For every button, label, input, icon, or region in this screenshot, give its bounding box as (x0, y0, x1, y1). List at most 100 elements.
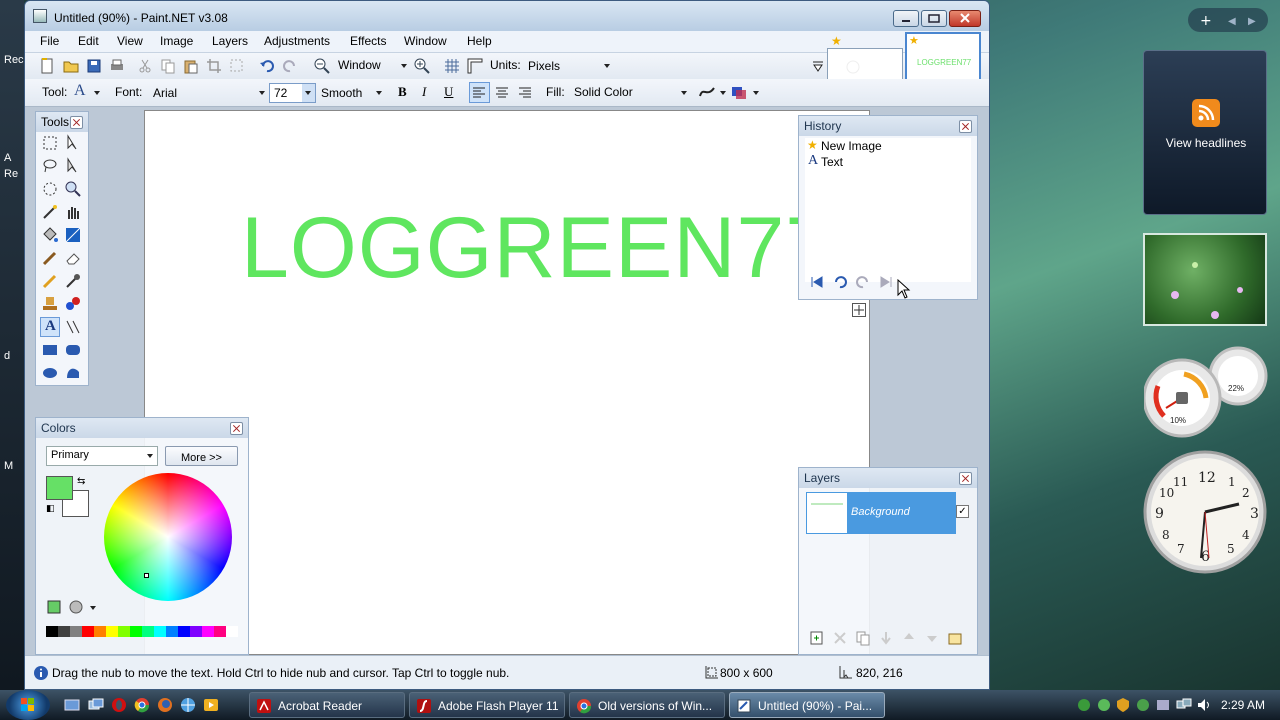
undo-icon[interactable] (259, 58, 275, 74)
print-icon[interactable] (109, 58, 125, 74)
lasso-icon[interactable] (41, 157, 59, 175)
tray-icon[interactable] (1155, 697, 1171, 713)
palette-swatch[interactable] (190, 626, 202, 637)
network-tray-icon[interactable] (1076, 697, 1092, 713)
palette-swatch[interactable] (118, 626, 130, 637)
paste-icon[interactable] (183, 58, 199, 74)
rss-gadget[interactable]: View headlines (1143, 50, 1267, 215)
redo-icon[interactable] (855, 274, 871, 290)
align-center-icon[interactable] (494, 84, 510, 100)
crop-icon[interactable] (206, 58, 222, 74)
system-clock[interactable]: 2:29 AM (1221, 698, 1265, 712)
zoom-in-icon[interactable] (414, 58, 430, 74)
primary-color-swatch[interactable] (46, 476, 73, 500)
move-selection-icon[interactable] (64, 134, 82, 152)
menu-window[interactable]: Window (404, 34, 447, 48)
close-button[interactable] (949, 10, 981, 27)
show-desktop-icon[interactable] (64, 697, 80, 713)
font-size-dropdown-arrow[interactable] (302, 84, 315, 102)
gradient-icon[interactable] (64, 226, 82, 244)
italic-button[interactable]: I (422, 84, 426, 100)
palette-swatch[interactable] (214, 626, 226, 637)
menu-edit[interactable]: Edit (78, 34, 99, 48)
palette-swatch[interactable] (46, 626, 58, 637)
color-wheel[interactable] (104, 473, 232, 601)
zoom-icon[interactable] (64, 180, 82, 198)
palette-swatch[interactable] (154, 626, 166, 637)
minimize-button[interactable] (893, 10, 919, 27)
font-size-dropdown[interactable]: 72 (269, 83, 316, 103)
firefox-icon[interactable] (157, 697, 173, 713)
palette-swatch[interactable] (226, 626, 238, 637)
canvas-text[interactable]: LOGGREEN77 (241, 199, 834, 298)
rectangle-icon[interactable] (41, 341, 59, 359)
rounded-rectangle-icon[interactable] (64, 341, 82, 359)
layer-visibility-checkbox[interactable]: ✓ (956, 505, 969, 518)
palette-swatch[interactable] (82, 626, 94, 637)
pencil-icon[interactable] (41, 272, 59, 290)
menu-adjustments[interactable]: Adjustments (264, 34, 330, 48)
menu-file[interactable]: File (40, 34, 59, 48)
image-list-menu-icon[interactable] (810, 59, 826, 75)
antialiasing-icon[interactable] (699, 84, 715, 100)
copy-icon[interactable] (160, 58, 176, 74)
rewind-icon[interactable] (809, 274, 825, 290)
task-paintnet[interactable]: Untitled (90%) - Pai... (729, 692, 885, 718)
fill-dropdown[interactable]: Solid Color (574, 85, 633, 99)
delete-layer-icon[interactable] (832, 630, 848, 646)
layers-panel-header[interactable]: Layers (799, 468, 977, 488)
close-icon[interactable] (70, 116, 83, 129)
volume-icon[interactable] (1196, 697, 1212, 713)
rulers-icon[interactable] (467, 58, 483, 74)
ellipse-select-icon[interactable] (41, 180, 59, 198)
add-layer-icon[interactable] (809, 630, 825, 646)
cut-icon[interactable] (137, 58, 153, 74)
layer-row[interactable]: Background (806, 492, 956, 534)
bold-button[interactable]: B (398, 84, 407, 100)
media-player-icon[interactable] (203, 697, 219, 713)
history-panel-header[interactable]: History (799, 116, 977, 136)
menu-help[interactable]: Help (467, 34, 492, 48)
chrome-icon[interactable] (134, 697, 150, 713)
font-dropdown[interactable]: Arial (153, 86, 177, 100)
move-layer-up-icon[interactable] (901, 630, 917, 646)
pan-hand-icon[interactable] (64, 203, 82, 221)
blend-mode-icon[interactable] (731, 84, 747, 100)
palette-menu-icon[interactable] (68, 599, 84, 615)
tools-panel-header[interactable]: Tools (36, 112, 88, 132)
clock-gadget[interactable]: 12 3 6 9 1 2 4 5 7 8 10 11 (1143, 446, 1267, 576)
eraser-icon[interactable] (64, 249, 82, 267)
line-curve-icon[interactable] (64, 318, 82, 336)
start-button[interactable] (6, 690, 50, 720)
magic-wand-icon[interactable] (41, 203, 59, 221)
tray-icon[interactable] (1096, 697, 1112, 713)
recolor-icon[interactable] (64, 295, 82, 313)
text-tool-icon[interactable]: A (74, 82, 86, 100)
redo-icon[interactable] (282, 58, 298, 74)
close-icon[interactable] (959, 120, 972, 133)
close-icon[interactable] (959, 472, 972, 485)
browser-icon[interactable] (180, 697, 196, 713)
menu-image[interactable]: Image (160, 34, 193, 48)
zoom-window-dropdown[interactable]: Window (338, 58, 381, 72)
swap-colors-icon[interactable]: ⇆ (77, 476, 85, 487)
duplicate-layer-icon[interactable] (855, 630, 871, 646)
color-mode-dropdown[interactable]: Primary (46, 446, 158, 466)
palette-swatch[interactable] (58, 626, 70, 637)
move-selected-icon[interactable] (64, 157, 82, 175)
reset-colors-icon[interactable]: ◧ (46, 504, 55, 514)
security-tray-icon[interactable] (1115, 697, 1131, 713)
layer-properties-icon[interactable] (947, 630, 963, 646)
align-left-button[interactable] (469, 82, 490, 103)
tray-icon[interactable] (1135, 697, 1151, 713)
save-icon[interactable] (86, 58, 102, 74)
color-palette[interactable] (46, 626, 238, 648)
palette-swatch[interactable] (166, 626, 178, 637)
title-bar[interactable]: Untitled (90%) - Paint.NET v3.08 (25, 1, 989, 31)
rectangle-select-icon[interactable] (41, 134, 59, 152)
more-colors-button[interactable]: More >> (165, 446, 238, 466)
task-chrome-window[interactable]: Old versions of Win... (569, 692, 725, 718)
fast-forward-icon[interactable] (878, 274, 894, 290)
add-to-palette-icon[interactable] (46, 599, 62, 615)
antialias-dropdown[interactable]: Smooth (321, 86, 362, 100)
